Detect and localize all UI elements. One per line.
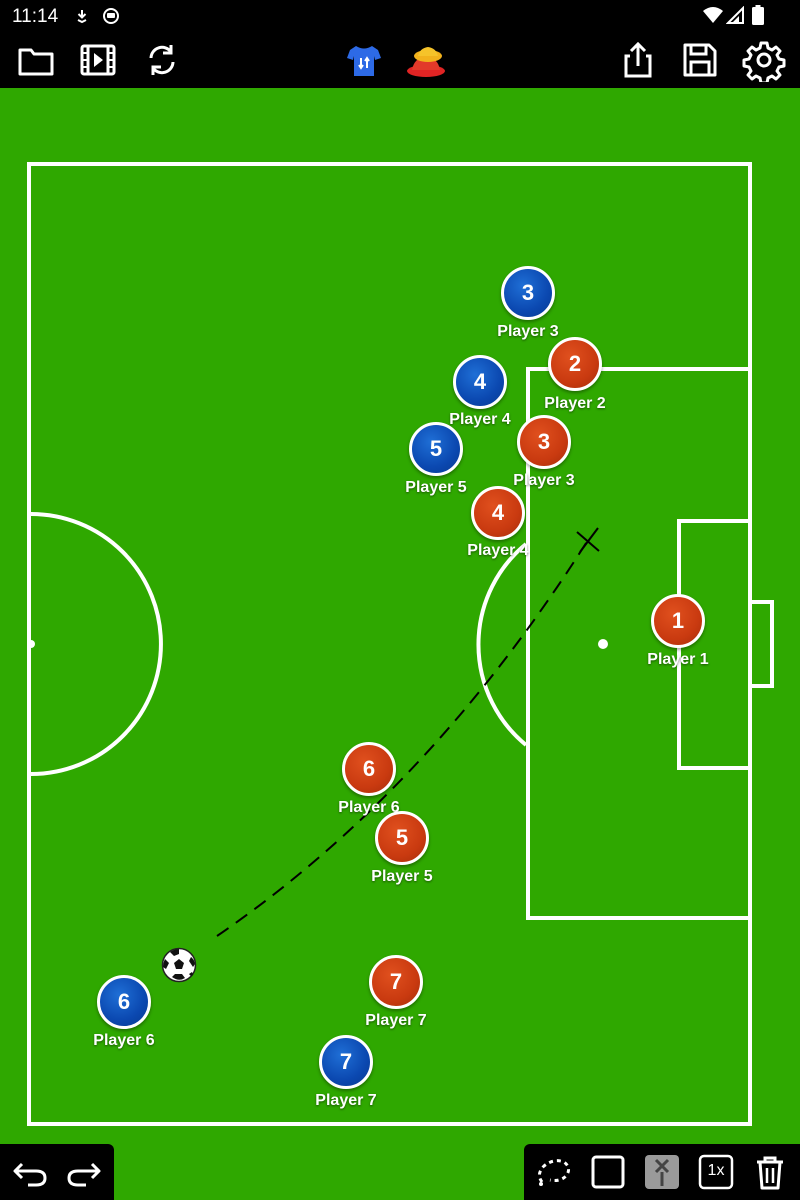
red-player-5-token[interactable]: 5 — [375, 811, 429, 865]
goal — [748, 600, 774, 688]
center-spot — [27, 640, 35, 648]
wifi-icon — [703, 7, 723, 23]
blue-player-6-label: Player 6 — [93, 1032, 155, 1049]
cones-icon[interactable] — [404, 38, 448, 82]
redo-icon[interactable] — [62, 1150, 106, 1194]
bottom-left-toolbar — [0, 1144, 114, 1200]
red-player-7-token[interactable]: 7 — [369, 955, 423, 1009]
refresh-icon[interactable] — [140, 38, 184, 82]
red-player-6-token[interactable]: 6 — [342, 742, 396, 796]
trash-icon[interactable] — [748, 1150, 792, 1194]
penalty-arc — [476, 542, 528, 747]
status-time: 11:14 — [12, 6, 59, 27]
signal-icon — [726, 6, 744, 24]
red-player-1-token[interactable]: 1 — [651, 594, 705, 648]
blue-player-5-token[interactable]: 5 — [409, 422, 463, 476]
red-player-3-token[interactable]: 3 — [517, 415, 571, 469]
center-circle — [30, 512, 163, 776]
status-bar: 11:14 — [0, 0, 800, 32]
video-icon[interactable] — [76, 38, 120, 82]
gear-icon[interactable] — [742, 38, 786, 85]
pin-icon[interactable] — [640, 1150, 684, 1194]
red-player-2-label: Player 2 — [544, 395, 606, 412]
blue-player-3-token[interactable]: 3 — [501, 266, 555, 320]
blue-player-6-token[interactable]: 6 — [97, 975, 151, 1029]
bottom-right-toolbar: 1x — [524, 1144, 800, 1200]
red-player-7-label: Player 7 — [365, 1012, 427, 1029]
download-icon — [77, 10, 87, 24]
speed-icon[interactable]: 1x — [694, 1150, 738, 1194]
target-marker — [576, 527, 600, 553]
blue-player-7-label: Player 7 — [315, 1092, 377, 1109]
red-player-2-token[interactable]: 2 — [548, 337, 602, 391]
save-icon[interactable] — [678, 38, 722, 82]
red-player-4-label: Player 4 — [467, 542, 529, 559]
share-icon[interactable] — [616, 38, 660, 82]
speed-label: 1x — [707, 1162, 725, 1179]
red-player-1-label: Player 1 — [647, 651, 709, 668]
blue-player-4-token[interactable]: 4 — [453, 355, 507, 409]
sync-icon — [103, 8, 119, 24]
battery-icon — [752, 5, 764, 25]
penalty-spot — [598, 639, 608, 649]
jersey-icon[interactable] — [342, 38, 386, 82]
blue-player-7-token[interactable]: 7 — [319, 1035, 373, 1089]
rectangle-icon[interactable] — [586, 1150, 630, 1194]
folder-icon[interactable] — [14, 38, 58, 82]
top-toolbar — [0, 32, 800, 88]
red-player-5-label: Player 5 — [371, 868, 433, 885]
tactics-board-app: 11:14 3 Player 3 4 Player 4 5 Player 5 6… — [0, 0, 800, 1200]
soccer-ball-icon[interactable] — [161, 947, 197, 983]
lasso-icon[interactable] — [532, 1150, 576, 1194]
undo-icon[interactable] — [8, 1150, 52, 1194]
red-player-4-token[interactable]: 4 — [471, 486, 525, 540]
